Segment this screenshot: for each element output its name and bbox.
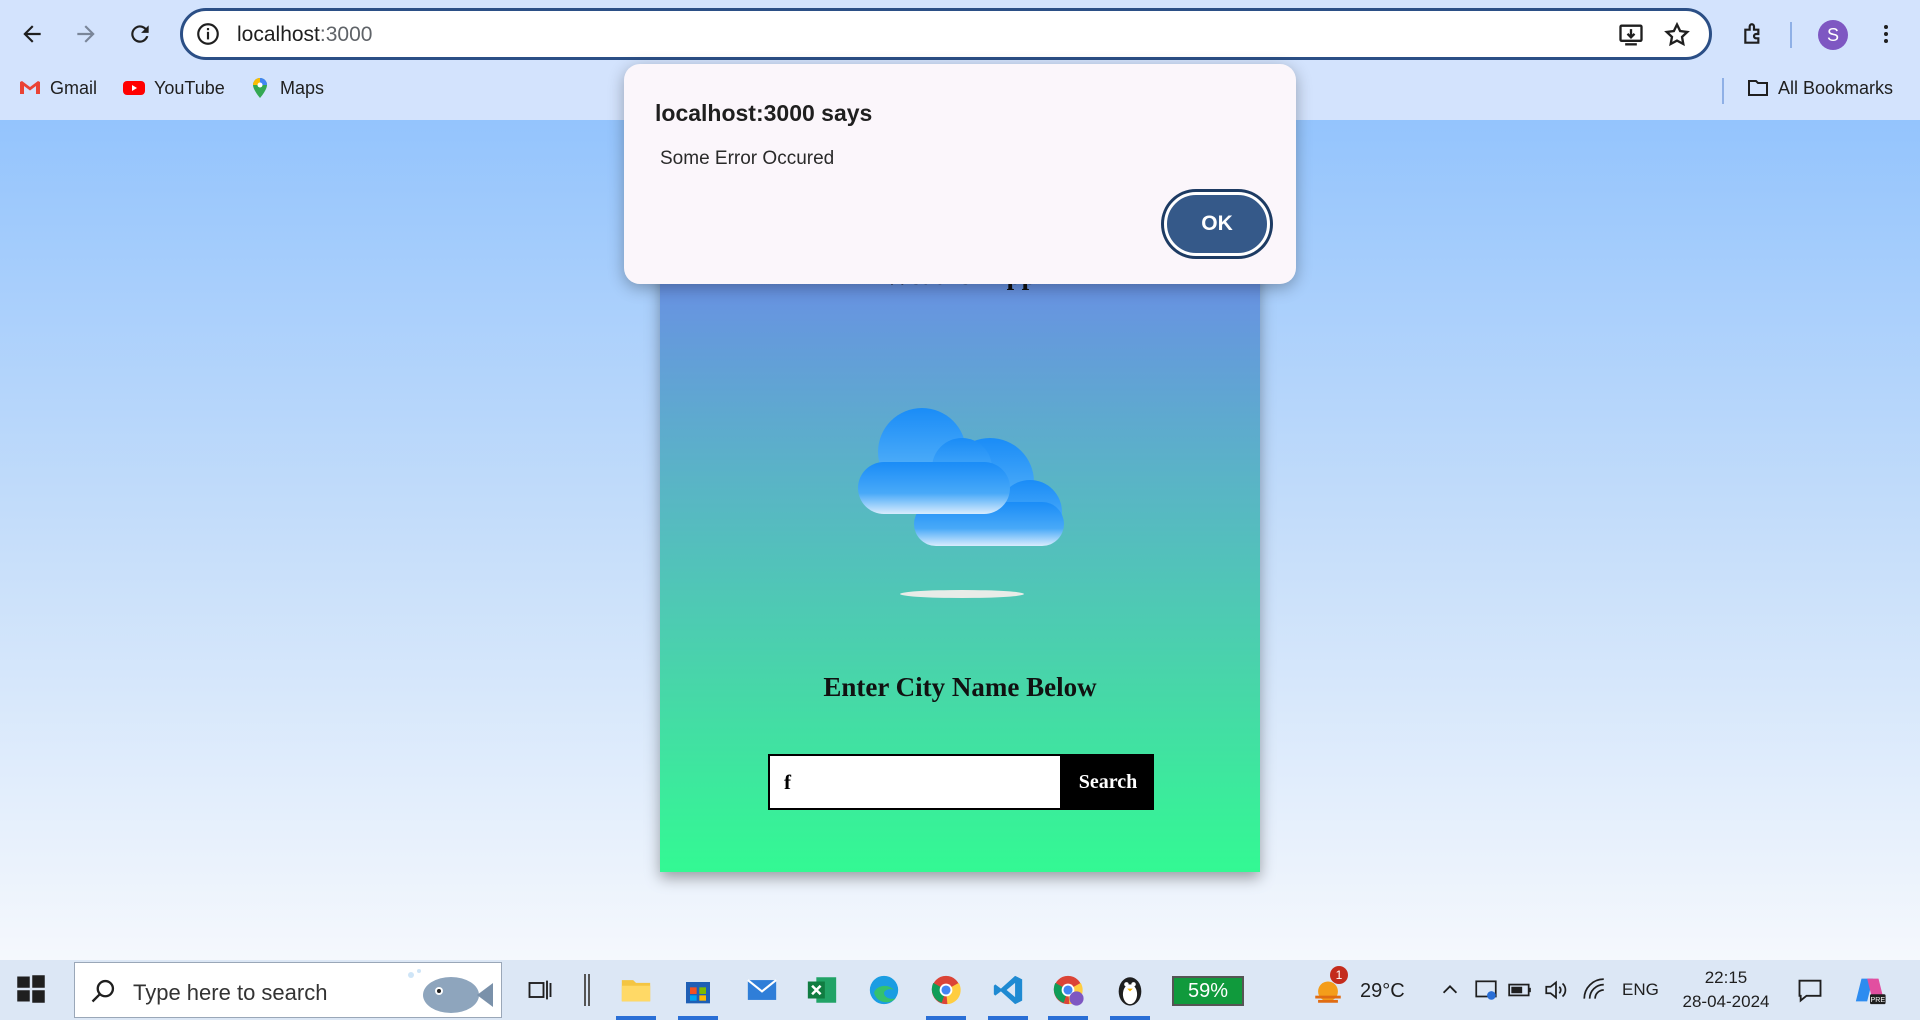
all-bookmarks-button[interactable]: All Bookmarks	[1746, 76, 1893, 100]
forward-button[interactable]	[66, 14, 106, 54]
cloud-illustration	[850, 402, 1080, 602]
vscode-icon	[993, 975, 1023, 1005]
city-input[interactable]	[768, 754, 1062, 810]
profile-avatar[interactable]: S	[1818, 20, 1848, 50]
weather-badge: 1	[1330, 966, 1348, 984]
site-info-icon[interactable]	[195, 21, 221, 47]
search-highlight-fish-icon	[408, 969, 493, 1013]
vscode-button[interactable]	[988, 970, 1028, 1010]
reload-icon	[131, 25, 149, 43]
more-vert-icon	[1884, 25, 1888, 43]
menu-button[interactable]	[1866, 14, 1906, 54]
clock-date: 28-04-2024	[1682, 992, 1770, 1011]
file-explorer-button[interactable]	[616, 970, 656, 1010]
alert-dialog: localhost:3000 says Some Error Occured O…	[624, 64, 1296, 284]
volume-button[interactable]	[1536, 970, 1576, 1010]
volume-icon	[1545, 980, 1567, 1000]
mail-icon	[747, 979, 777, 1000]
show-hidden-icons-button[interactable]	[1430, 970, 1470, 1010]
taskbar-divider	[584, 974, 590, 1006]
active-indicator	[1048, 1016, 1088, 1020]
notifications-button[interactable]	[1790, 970, 1830, 1010]
folder-icon	[1748, 80, 1768, 96]
weather-widget[interactable]: 1	[1308, 966, 1348, 1010]
excel-button[interactable]	[802, 970, 842, 1010]
reload-button[interactable]	[120, 14, 160, 54]
excel-icon	[807, 977, 837, 1003]
edge-icon	[869, 975, 899, 1005]
youtube-icon	[123, 81, 145, 95]
bookmarks-divider	[1722, 78, 1724, 104]
device-icon	[1475, 980, 1497, 1000]
store-icon	[686, 982, 710, 1004]
chevron-up-icon	[1442, 985, 1458, 994]
clock[interactable]: 22:15 28-04-2024	[1676, 966, 1776, 1014]
task-view-button[interactable]	[520, 970, 560, 1010]
temperature[interactable]: 29°C	[1360, 980, 1405, 1003]
bookmark-maps[interactable]: Maps	[248, 76, 324, 100]
windows-start-icon[interactable]	[16, 974, 46, 1004]
network-button[interactable]	[1574, 970, 1614, 1010]
taskbar: Type here to search 59% 1 29°C ENG 22:15…	[0, 960, 1920, 1020]
bookmark-gmail[interactable]: Gmail	[18, 76, 97, 100]
mail-button[interactable]	[742, 970, 782, 1010]
language-indicator[interactable]: ENG	[1622, 980, 1659, 1000]
taskbar-search[interactable]: Type here to search	[74, 962, 502, 1018]
bookmark-youtube[interactable]: YouTube	[122, 76, 225, 100]
weather-card: Weather App	[660, 260, 1260, 872]
bookmark-star-icon[interactable]	[1663, 21, 1691, 49]
active-indicator	[926, 1016, 966, 1020]
dialog-title: localhost:3000 says	[655, 100, 873, 126]
active-indicator	[678, 1016, 718, 1020]
task-view-icon	[528, 980, 552, 1000]
toolbar-divider	[1790, 22, 1792, 48]
chrome-icon	[1053, 975, 1084, 1006]
copilot-icon: PRE	[1855, 978, 1886, 1005]
penguin-icon	[1118, 977, 1142, 1006]
maps-icon	[253, 78, 267, 98]
copilot-button[interactable]: PRE	[1850, 970, 1890, 1010]
folder-icon	[621, 980, 651, 1002]
extensions-button[interactable]	[1734, 14, 1774, 54]
battery-tray-button[interactable]	[1500, 970, 1540, 1010]
puzzle-icon	[1744, 23, 1760, 44]
chrome-icon	[931, 975, 961, 1005]
notification-icon	[1798, 979, 1822, 1003]
battery-icon	[1508, 983, 1531, 997]
url-text[interactable]: localhost:3000	[237, 23, 372, 47]
store-button[interactable]	[678, 970, 718, 1010]
svg-text:PRE: PRE	[1871, 996, 1886, 1004]
cloud-icon	[858, 408, 1064, 598]
back-arrow-icon	[23, 25, 41, 43]
active-indicator	[988, 1016, 1028, 1020]
dialog-message: Some Error Occured	[660, 148, 835, 169]
forward-arrow-icon	[77, 25, 95, 43]
ok-button[interactable]: OK	[1164, 192, 1270, 256]
chrome-button[interactable]	[1048, 970, 1088, 1010]
gmail-icon	[20, 81, 40, 94]
penguin-app-button[interactable]	[1110, 970, 1150, 1010]
search-icon	[91, 979, 115, 1003]
install-app-icon[interactable]	[1617, 21, 1645, 49]
search-placeholder: Type here to search	[133, 980, 328, 1005]
active-indicator	[1110, 1016, 1150, 1020]
edge-button[interactable]	[864, 970, 904, 1010]
clock-time: 22:15	[1704, 968, 1748, 987]
city-heading: Enter City Name Below	[823, 672, 1097, 702]
search-form: Search	[768, 754, 1154, 810]
chrome-profile-button[interactable]	[926, 970, 966, 1010]
address-bar[interactable]: localhost:3000	[180, 8, 1712, 60]
back-button[interactable]	[12, 14, 52, 54]
wifi-icon	[1583, 978, 1604, 999]
battery-widget[interactable]: 59%	[1172, 976, 1244, 1006]
search-button[interactable]: Search	[1062, 754, 1154, 810]
active-indicator	[616, 1016, 656, 1020]
